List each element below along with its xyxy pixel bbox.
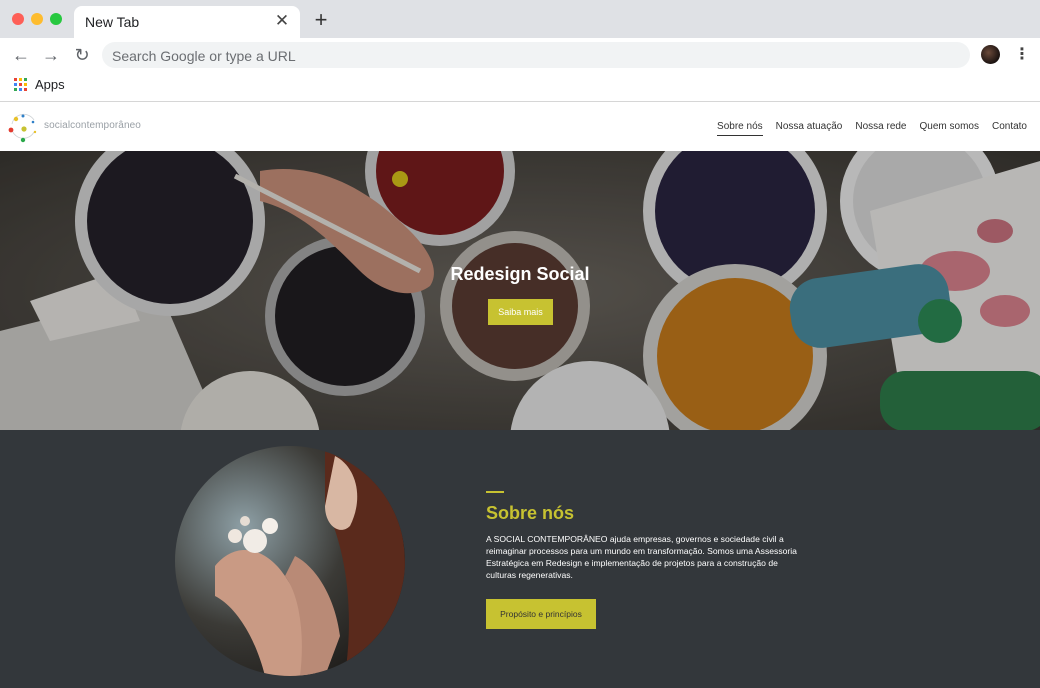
hero-paint-cans-image [0,151,1040,430]
browser-toolbar: ← → ↻ Search Google or type a URL ⋮ [0,38,1040,72]
forward-arrow-icon[interactable]: → [39,43,63,67]
nav-item-sobre-nos[interactable]: Sobre nós [717,121,763,136]
brand-name[interactable]: socialcontemporâneo [44,120,141,131]
about-photo [175,446,405,676]
hero-title: Redesign Social [450,264,590,284]
browser-tab[interactable]: New Tab ✕ [74,6,300,38]
nav-item-contato[interactable]: Contato [992,121,1027,136]
apps-bookmark[interactable]: Apps [35,77,65,92]
nav-item-quem-somos[interactable]: Quem somos [920,121,979,136]
reload-icon[interactable]: ↻ [70,43,94,67]
bookmarks-bar [0,72,1040,102]
close-window-button[interactable] [12,13,24,25]
about-section: Sobre nós A SOCIAL CONTEMPORÂNEO ajuda e… [0,430,1040,688]
woman-holding-flowers-image [175,446,405,676]
tab-close-icon[interactable]: ✕ [272,11,292,31]
about-description: A SOCIAL CONTEMPORÂNEO ajuda empresas, g… [486,534,797,580]
main-nav: Sobre nós Nossa atuação Nossa rede Quem … [717,121,1027,136]
maximize-window-button[interactable] [50,13,62,25]
saiba-mais-button[interactable]: Saiba mais [488,299,553,325]
site-header: socialcontemporâneo Sobre nós Nossa atua… [0,103,1040,151]
about-title: Sobre nós [486,503,575,523]
nav-item-nossa-rede[interactable]: Nossa rede [855,121,906,136]
brand-logo-icon[interactable] [6,110,40,144]
tab-title: New Tab [85,14,140,30]
back-arrow-icon[interactable]: ← [9,43,33,67]
address-bar[interactable]: Search Google or type a URL [102,42,970,68]
hero-banner: Redesign Social Saiba mais [0,151,1040,430]
nav-item-nossa-atuacao[interactable]: Nossa atuação [776,121,843,136]
browser-titlebar: New Tab ✕ + [0,0,1040,38]
address-bar-placeholder: Search Google or type a URL [112,48,296,64]
new-tab-button[interactable]: + [310,9,332,31]
profile-avatar[interactable] [981,45,1000,64]
title-accent-line [486,491,504,493]
more-menu-icon[interactable]: ⋮ [1014,45,1030,65]
apps-grid-icon[interactable] [14,78,27,91]
minimize-window-button[interactable] [31,13,43,25]
proposito-principios-button[interactable]: Propósito e princípios [486,599,596,629]
